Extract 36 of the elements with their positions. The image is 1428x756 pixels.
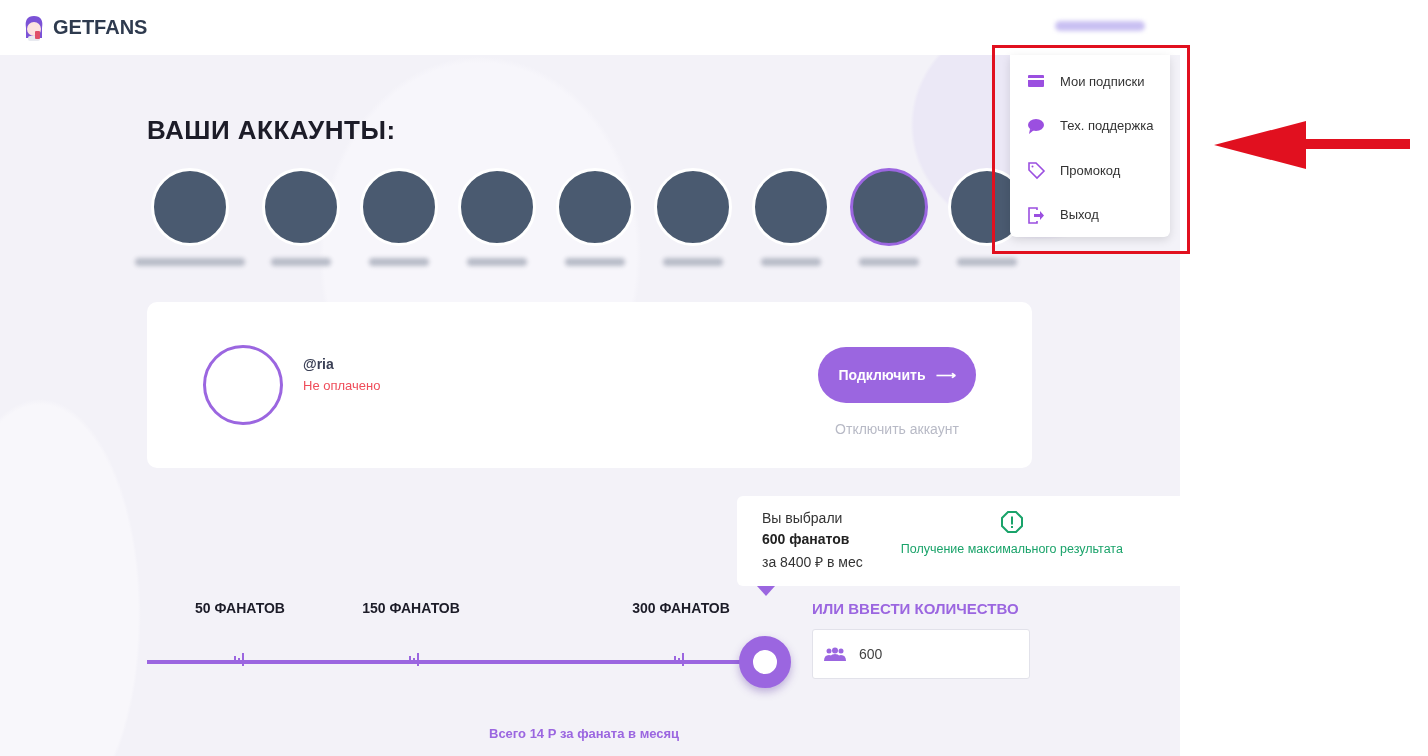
- custom-amount-label: ИЛИ ВВЕСТИ КОЛИЧЕСТВО: [812, 600, 1020, 617]
- amount-field[interactable]: 600: [812, 629, 1030, 679]
- tooltip-pointer: [757, 586, 775, 596]
- selected-amount: 600 фанатов: [762, 531, 851, 547]
- tick-label: 150 ФАНАТОВ: [361, 600, 461, 616]
- selected-price: за 8400 ₽ в мес: [762, 553, 863, 571]
- menu-item[interactable]: Мои подписки: [1010, 59, 1170, 104]
- tick-mark: [407, 650, 422, 666]
- menu-item[interactable]: Выход: [1010, 192, 1170, 237]
- menu-item[interactable]: Тех. поддержка: [1010, 103, 1170, 148]
- blurred-username: [761, 258, 821, 266]
- blurred-username: [663, 258, 723, 266]
- blurred-username: [369, 258, 429, 266]
- tooltip-text: Вы выбрали: [762, 510, 844, 526]
- payment-status: Не оплачено: [303, 377, 382, 393]
- arrow-icon: [1214, 121, 1410, 169]
- tag-icon: [1026, 160, 1046, 181]
- connect-button[interactable]: Подключить ⟶: [818, 347, 976, 403]
- blurred-username: [271, 258, 331, 266]
- logout-icon: [1026, 204, 1046, 225]
- blurred-username: [859, 258, 919, 266]
- logo-text[interactable]: GETFANS: [53, 16, 148, 39]
- price-caption: Всего 14 Р за фаната в месяц: [489, 726, 681, 741]
- account-name: @ria: [303, 355, 335, 372]
- tick-mark: [672, 650, 687, 666]
- tick-label: 300 ФАНАТОВ: [631, 600, 731, 616]
- exclamation-icon: [999, 510, 1024, 534]
- result-note: Получение максимального результата: [900, 542, 1123, 556]
- blurred-username: [565, 258, 625, 266]
- blurred-username: [957, 258, 1017, 266]
- blurred-username: [467, 258, 527, 266]
- menu-item[interactable]: Промокод: [1010, 148, 1170, 193]
- tick-label: 50 ФАНАТОВ: [194, 600, 286, 616]
- slider-thumb[interactable]: [739, 636, 791, 688]
- tick-mark: [232, 650, 247, 666]
- page-title: ВАШИ АККАУНТЫ:: [147, 115, 396, 147]
